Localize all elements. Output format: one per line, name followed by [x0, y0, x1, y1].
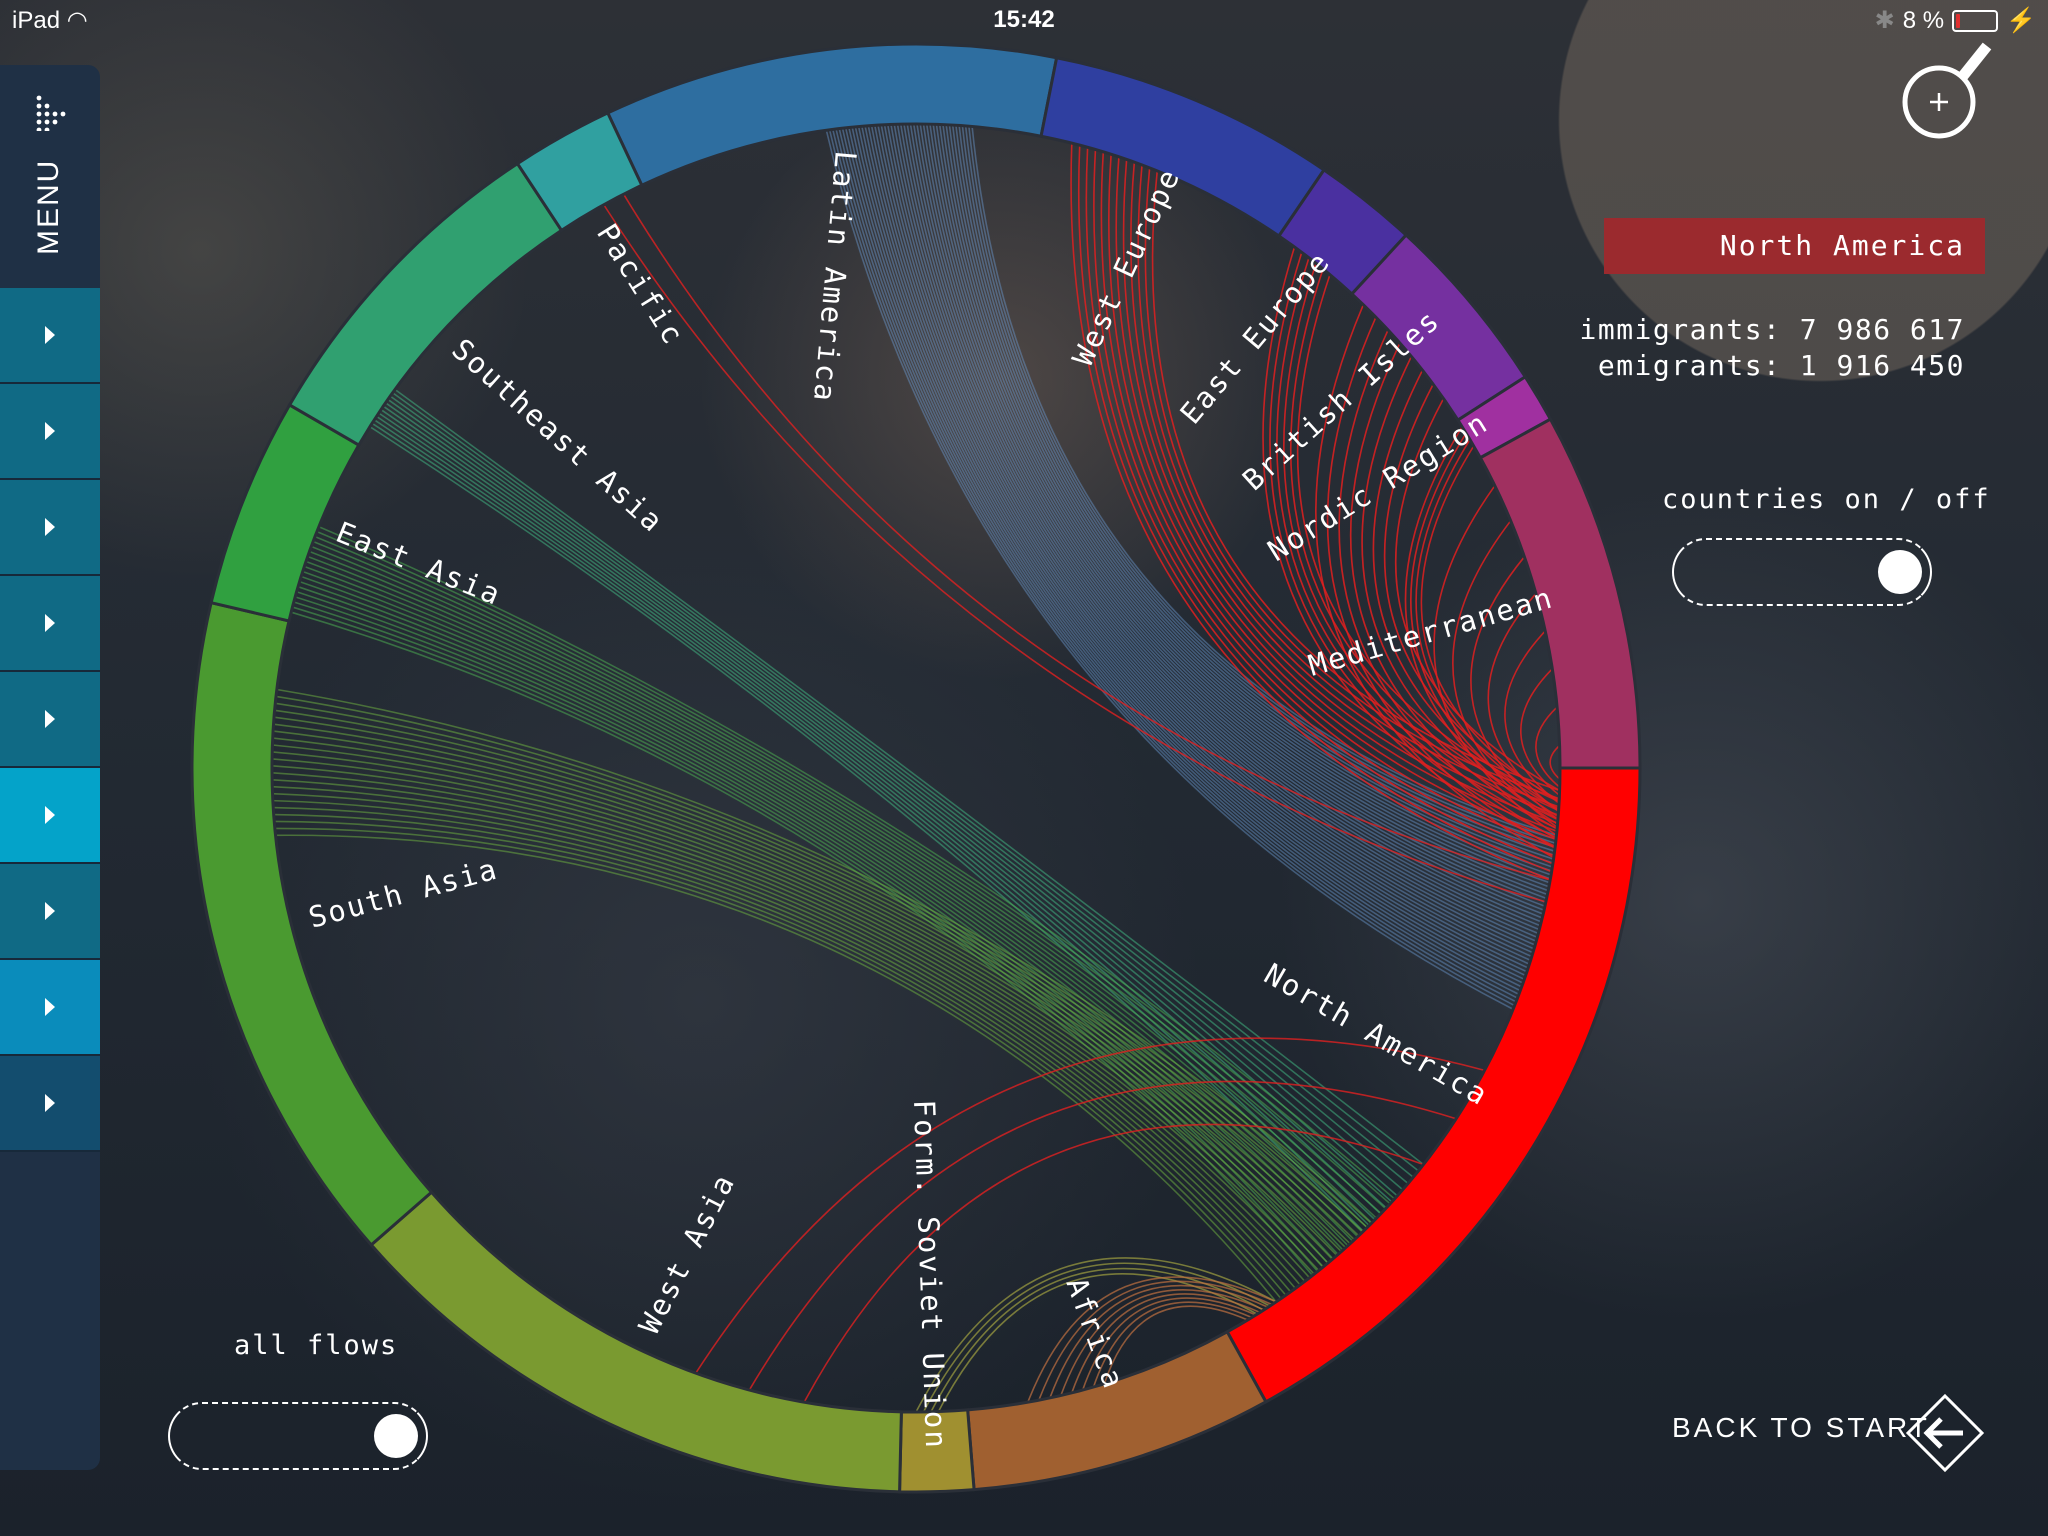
migration-stats: immigrants: 7 986 617 emigrants: 1 916 4… [1579, 312, 1965, 384]
selected-region-box: North America [1604, 218, 1985, 274]
zoom-in-icon[interactable] [1895, 38, 2005, 148]
toggle-knob[interactable] [1878, 550, 1922, 594]
chord-south-asia [275, 695, 1368, 1229]
all-flows-toggle-label: all flows [234, 1330, 399, 1361]
label-form-soviet-union: Form. Soviet Union [907, 1099, 953, 1450]
countries-toggle[interactable] [1672, 538, 1932, 606]
segment-west-asia[interactable] [369, 1190, 903, 1494]
all-flows-toggle[interactable] [168, 1402, 428, 1470]
label-west-europe: West Europe [1066, 163, 1187, 371]
label-pacific: Pacific [590, 218, 691, 352]
chord-east-asia [299, 580, 1344, 1251]
chord-south-asia [273, 716, 1355, 1241]
countries-toggle-label: countries on / off [1662, 484, 1991, 515]
chord-southeast-asia [380, 408, 1393, 1203]
back-to-start-button[interactable]: BACK TO START [1672, 1412, 1930, 1444]
label-africa: Africa [1059, 1273, 1131, 1394]
label-mediterranean: Mediterranean [1305, 580, 1558, 682]
label-south-asia: South Asia [305, 852, 502, 935]
emigrants-count: emigrants: 1 916 450 [1597, 349, 1965, 382]
chord-south-asia [272, 737, 1342, 1253]
segment-west-europe[interactable] [1039, 56, 1327, 239]
label-latin-america: Latin America [807, 149, 863, 404]
back-arrow-icon[interactable] [1905, 1393, 1985, 1473]
toggle-knob[interactable] [374, 1414, 418, 1458]
immigrants-count: immigrants: 7 986 617 [1579, 313, 1965, 346]
label-west-asia: West Asia [632, 1168, 742, 1339]
chord-south-asia [272, 758, 1329, 1264]
chord-latin-america [867, 125, 1531, 962]
